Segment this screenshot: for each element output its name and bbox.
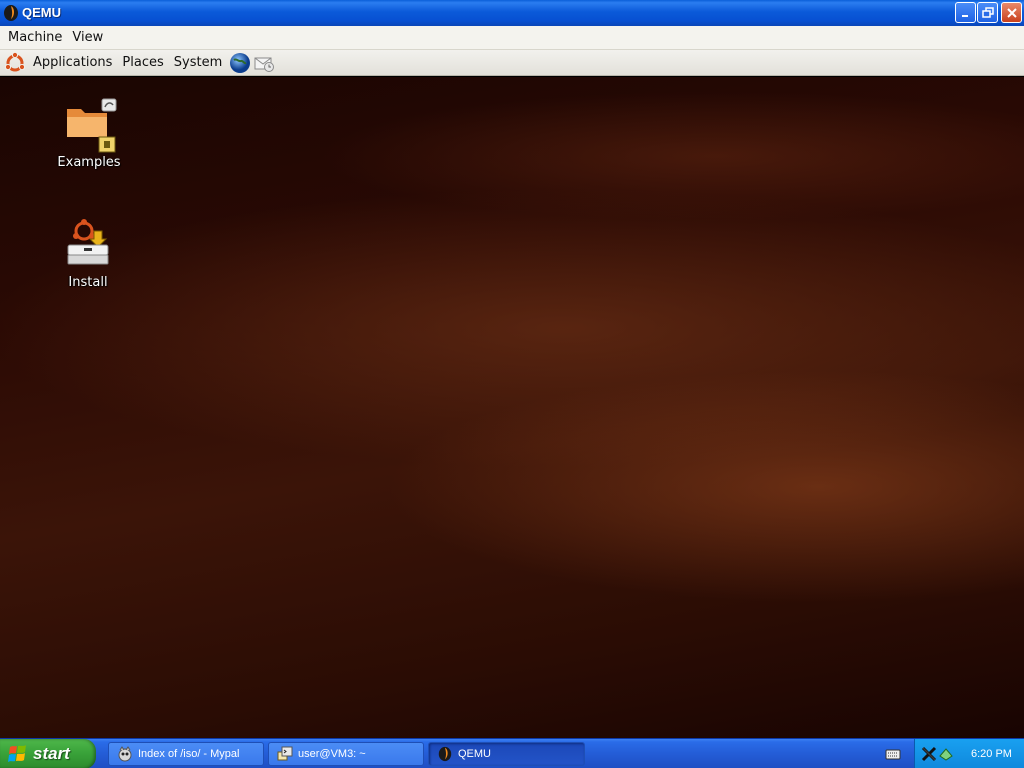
restore-icon bbox=[981, 6, 994, 18]
desktop-icon-examples[interactable]: Examples bbox=[44, 97, 134, 170]
web-browser-icon[interactable] bbox=[229, 52, 251, 74]
ubuntu-logo-icon bbox=[4, 51, 26, 71]
window-title: QEMU bbox=[22, 5, 61, 20]
desktop-icon-label: Install bbox=[68, 275, 108, 290]
taskbar-button-label: Index of /iso/ - Mypal bbox=[138, 748, 240, 760]
mypal-browser-icon bbox=[118, 746, 132, 762]
desktop-icon-label: Examples bbox=[57, 155, 121, 170]
taskbar-button-terminal[interactable]: user@VM3: ~ bbox=[268, 742, 424, 766]
terminal-icon bbox=[277, 746, 293, 761]
gnome-top-panel: Applications Places System bbox=[0, 50, 1024, 76]
windows-logo-icon bbox=[8, 745, 26, 762]
network-icon[interactable] bbox=[939, 747, 953, 761]
qemu-menubar: Machine View bbox=[0, 26, 1024, 50]
panel-menu-system[interactable]: System bbox=[169, 55, 227, 70]
taskbar-button-label: QEMU bbox=[458, 748, 491, 760]
keyboard-icon[interactable] bbox=[885, 746, 901, 762]
taskbar-button-mypal[interactable]: Index of /iso/ - Mypal bbox=[108, 742, 264, 766]
start-button[interactable]: start bbox=[0, 739, 96, 768]
desktop-icon-install[interactable]: Install bbox=[43, 217, 133, 290]
close-button[interactable] bbox=[1001, 2, 1022, 23]
desktop: Examples Install bbox=[0, 77, 1024, 738]
qemu-icon bbox=[4, 5, 18, 21]
minimize-button[interactable] bbox=[955, 2, 976, 23]
menu-machine[interactable]: Machine bbox=[3, 30, 67, 45]
window-titlebar[interactable]: QEMU bbox=[0, 0, 1024, 26]
panel-menu-applications[interactable]: Applications bbox=[28, 55, 117, 70]
taskbar: start Index of /iso/ - Mypal user@VM3: ~… bbox=[0, 738, 1024, 768]
folder-icon bbox=[67, 98, 117, 153]
tray-clock: 6:20 PM bbox=[971, 748, 1012, 760]
install-icon bbox=[67, 219, 109, 265]
start-label: start bbox=[33, 744, 70, 763]
system-tray: 6:20 PM bbox=[914, 739, 1024, 768]
restore-button[interactable] bbox=[977, 2, 998, 23]
close-icon bbox=[1006, 7, 1017, 18]
xming-x-icon[interactable] bbox=[921, 746, 937, 762]
panel-menu-places[interactable]: Places bbox=[117, 55, 168, 70]
menu-view[interactable]: View bbox=[67, 30, 108, 45]
taskbar-button-label: user@VM3: ~ bbox=[298, 748, 366, 760]
mail-client-icon[interactable] bbox=[253, 52, 275, 74]
minimize-icon bbox=[962, 15, 968, 17]
qemu-icon bbox=[438, 746, 452, 762]
taskbar-button-qemu[interactable]: QEMU bbox=[428, 742, 585, 766]
